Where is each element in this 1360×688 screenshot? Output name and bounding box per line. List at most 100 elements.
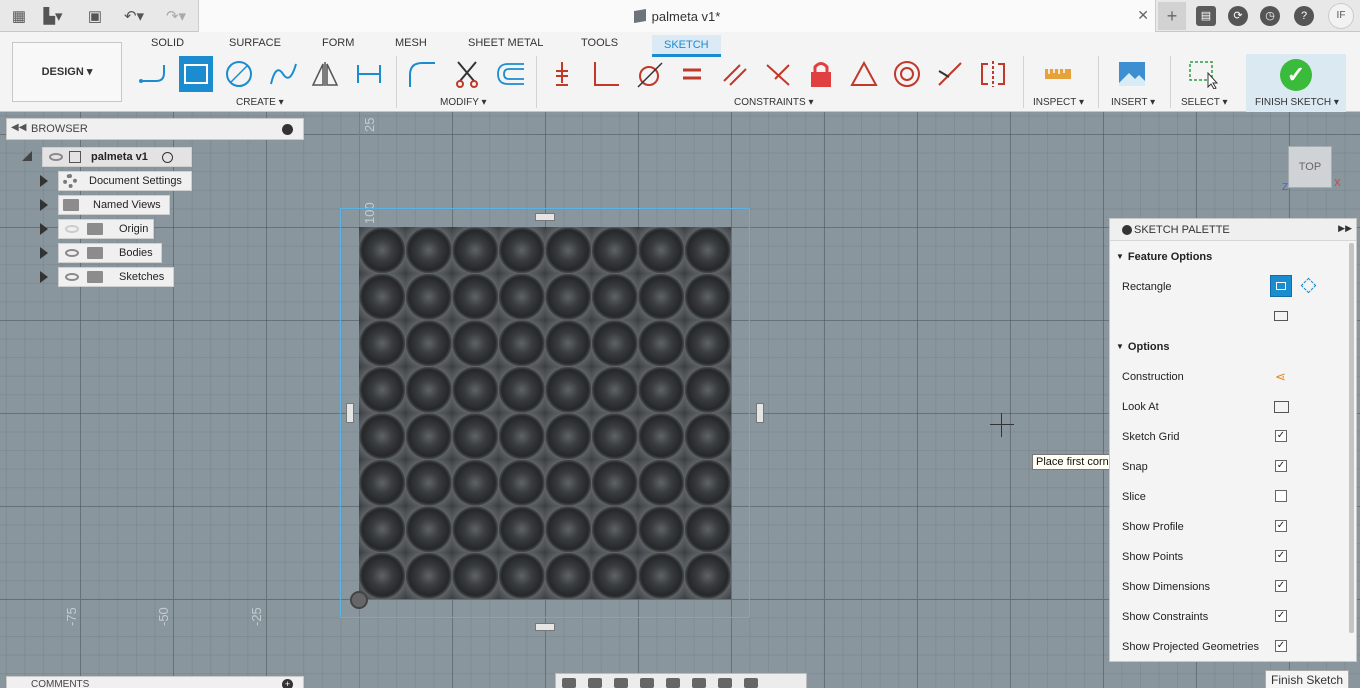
- visibility-eye-icon[interactable]: [65, 249, 79, 257]
- origin-point-icon[interactable]: [350, 591, 368, 609]
- rectangle-tool-icon[interactable]: [179, 56, 213, 92]
- line-tool-icon[interactable]: [136, 56, 170, 92]
- tab-sheet-metal[interactable]: SHEET METAL: [468, 35, 543, 55]
- insert-image-icon[interactable]: [1115, 56, 1149, 92]
- orbit-icon[interactable]: [562, 678, 576, 688]
- activate-radio-icon[interactable]: [161, 151, 173, 163]
- inspect-menu[interactable]: INSPECT ▾: [1033, 97, 1084, 108]
- offset-tool-icon[interactable]: [494, 56, 528, 92]
- browser-item-origin[interactable]: Origin: [58, 219, 154, 239]
- parallel-icon[interactable]: [718, 56, 752, 92]
- expand-arrow-icon[interactable]: [40, 223, 48, 235]
- browser-item-named-views[interactable]: Named Views: [58, 195, 170, 215]
- avatar[interactable]: IF: [1328, 3, 1354, 29]
- display-settings-icon[interactable]: [692, 678, 706, 688]
- expand-arrow-icon[interactable]: [40, 271, 48, 283]
- browser-root-item[interactable]: palmeta v1: [42, 147, 192, 167]
- grid-menu-icon[interactable]: ▦: [10, 6, 28, 26]
- fillet-tool-icon[interactable]: [405, 56, 439, 92]
- redo-icon[interactable]: ↷▾: [160, 6, 192, 26]
- save-icon[interactable]: ▣: [86, 6, 104, 26]
- option-checkbox[interactable]: ✓: [1275, 580, 1287, 592]
- symmetry-icon[interactable]: [976, 56, 1010, 92]
- tab-solid[interactable]: SOLID: [151, 35, 184, 55]
- visibility-eye-icon[interactable]: [49, 153, 63, 161]
- hex-texture-image[interactable]: [359, 227, 731, 599]
- insert-menu[interactable]: INSERT ▾: [1111, 97, 1155, 108]
- horizontal-vertical-icon[interactable]: [545, 56, 579, 92]
- grid-settings-icon[interactable]: [718, 678, 732, 688]
- trim-tool-icon[interactable]: [450, 56, 484, 92]
- mirror-tool-icon[interactable]: [308, 56, 342, 92]
- option-checkbox[interactable]: ✓: [1275, 610, 1287, 622]
- option-checkbox[interactable]: ✓: [1275, 550, 1287, 562]
- expand-arrow-icon[interactable]: [40, 199, 48, 211]
- document-tab[interactable]: palmeta v1* ✕: [198, 0, 1156, 32]
- resize-handle-bottom[interactable]: [535, 623, 555, 631]
- tab-form[interactable]: FORM: [322, 35, 354, 55]
- tab-tools[interactable]: TOOLS: [581, 35, 618, 55]
- viewcube[interactable]: TOP: [1288, 146, 1332, 188]
- finish-sketch-palette-button[interactable]: Finish Sketch: [1265, 670, 1349, 688]
- option-checkbox[interactable]: ✓: [1275, 430, 1287, 442]
- center-rectangle-icon[interactable]: [1300, 277, 1317, 294]
- constraints-menu[interactable]: CONSTRAINTS ▾: [734, 97, 813, 108]
- finish-sketch-menu[interactable]: FINISH SKETCH ▾: [1255, 97, 1339, 108]
- workspace-switcher[interactable]: DESIGN ▾: [12, 42, 122, 102]
- option-checkbox[interactable]: [1275, 490, 1287, 502]
- select-menu[interactable]: SELECT ▾: [1181, 97, 1228, 108]
- visibility-eye-icon[interactable]: [65, 225, 79, 233]
- scrollbar[interactable]: [1349, 243, 1354, 633]
- minimize-icon[interactable]: [282, 124, 293, 135]
- file-menu-icon[interactable]: ▙▾: [40, 6, 66, 26]
- expand-arrow-icon[interactable]: [40, 247, 48, 259]
- pan-icon[interactable]: [614, 678, 628, 688]
- option-checkbox[interactable]: ✓: [1275, 640, 1287, 652]
- job-status-icon[interactable]: ⟳: [1228, 6, 1248, 26]
- feature-options-section[interactable]: Feature Options: [1116, 251, 1212, 263]
- viewports-icon[interactable]: [744, 678, 758, 688]
- dimension-tool-icon[interactable]: [352, 56, 386, 92]
- expand-arrow-icon[interactable]: [22, 151, 32, 161]
- circle-tool-icon[interactable]: [222, 56, 256, 92]
- two-point-rectangle-icon[interactable]: [1270, 275, 1292, 297]
- browser-item-bodies[interactable]: Bodies: [58, 243, 162, 263]
- look-at-nav-icon[interactable]: [588, 678, 602, 688]
- measure-icon[interactable]: [1041, 56, 1075, 92]
- collapse-arrows-icon[interactable]: ◀◀: [11, 122, 26, 133]
- tab-sketch[interactable]: SKETCH: [652, 35, 721, 57]
- three-point-rectangle-icon[interactable]: [1274, 311, 1288, 321]
- option-checkbox[interactable]: ✓: [1275, 520, 1287, 532]
- resize-handle-right[interactable]: [756, 403, 764, 423]
- expand-arrow-icon[interactable]: [40, 175, 48, 187]
- select-window-icon[interactable]: [1186, 56, 1220, 92]
- new-tab-button[interactable]: +: [1158, 2, 1186, 30]
- resize-handle-left[interactable]: [346, 403, 354, 423]
- fit-icon[interactable]: [666, 678, 680, 688]
- modify-menu[interactable]: MODIFY ▾: [440, 97, 487, 108]
- minimize-icon[interactable]: [1122, 225, 1132, 235]
- close-icon[interactable]: ✕: [1137, 7, 1149, 24]
- spline-tool-icon[interactable]: [266, 56, 300, 92]
- add-comment-icon[interactable]: +: [282, 679, 293, 688]
- option-checkbox[interactable]: ✓: [1275, 460, 1287, 472]
- fix-lock-icon[interactable]: [804, 56, 838, 92]
- visibility-eye-icon[interactable]: [65, 273, 79, 281]
- construction-icon[interactable]: ⋖: [1275, 369, 1286, 385]
- create-menu[interactable]: CREATE ▾: [236, 97, 284, 108]
- collinear-icon[interactable]: [933, 56, 967, 92]
- browser-item-sketches[interactable]: Sketches: [58, 267, 174, 287]
- notifications-icon[interactable]: ▤: [1196, 6, 1216, 26]
- midpoint-icon[interactable]: [847, 56, 881, 92]
- tangent-icon[interactable]: [632, 56, 666, 92]
- tab-surface[interactable]: SURFACE: [229, 35, 281, 55]
- help-icon[interactable]: ?: [1294, 6, 1314, 26]
- equal-icon[interactable]: [675, 56, 709, 92]
- concentric-icon[interactable]: [890, 56, 924, 92]
- resize-handle-top[interactable]: [535, 213, 555, 221]
- browser-item-document-settings[interactable]: Document Settings: [58, 171, 192, 191]
- options-section[interactable]: Options: [1116, 341, 1170, 353]
- tab-mesh[interactable]: MESH: [395, 35, 427, 55]
- expand-arrows-icon[interactable]: ▶▶: [1338, 223, 1352, 234]
- zoom-icon[interactable]: [640, 678, 654, 688]
